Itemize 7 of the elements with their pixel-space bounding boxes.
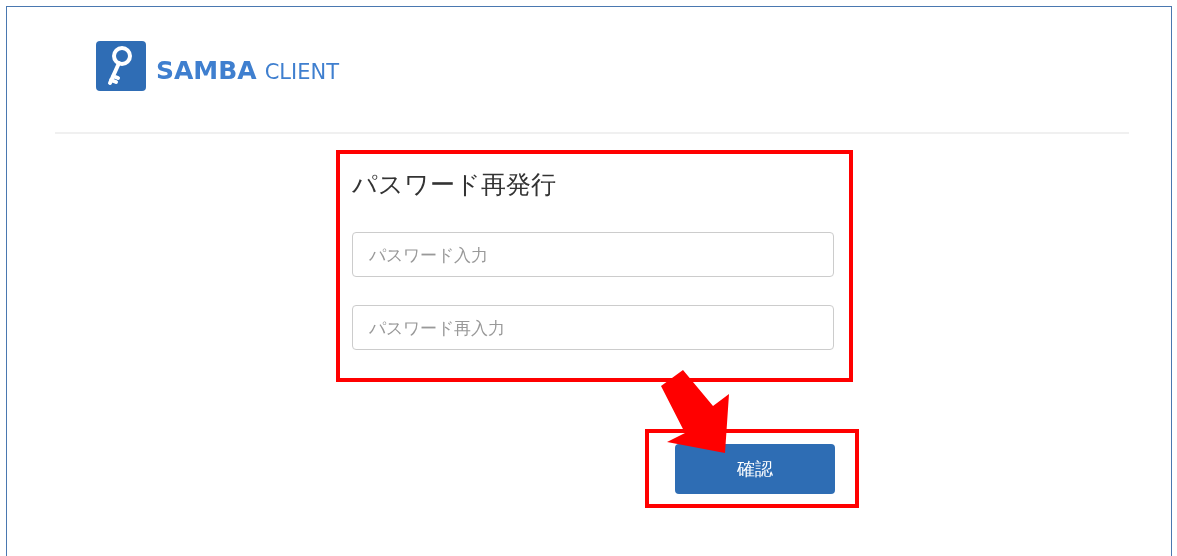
password-field[interactable]: パスワード再入力 xyxy=(352,305,834,350)
brand-suffix: CLIENT xyxy=(264,59,339,84)
key-logo-icon xyxy=(96,41,146,91)
form-title: パスワード再発行 xyxy=(352,169,557,201)
brand-name: SAMBA xyxy=(156,55,257,85)
password-field[interactable]: パスワード入力 xyxy=(352,232,834,277)
confirm-button[interactable]: 確認 xyxy=(675,443,835,494)
